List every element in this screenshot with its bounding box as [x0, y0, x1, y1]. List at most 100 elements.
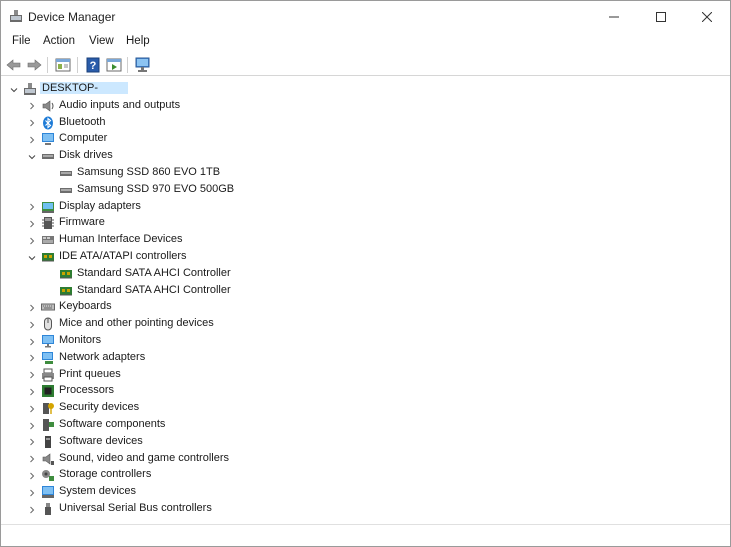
tree-category[interactable]: Audio inputs and outputs [3, 98, 703, 115]
chevron-right-icon[interactable] [27, 131, 37, 148]
processor-icon [41, 384, 55, 398]
chevron-right-icon[interactable] [27, 232, 37, 249]
tree-category[interactable]: Sound, video and game controllers [3, 451, 703, 468]
chevron-right-icon[interactable] [27, 484, 37, 501]
desktop-computer-icon [23, 82, 37, 96]
tree-root-desktop[interactable]: DESKTOP- [3, 81, 703, 98]
tree-device[interactable]: Samsung SSD 970 EVO 500GB [3, 182, 703, 199]
keyboard-icon [41, 300, 55, 314]
menu-bar: File Action View Help [1, 34, 730, 52]
svg-text:?: ? [90, 60, 97, 72]
tree-category[interactable]: Human Interface Devices [3, 232, 703, 249]
storage-controller-icon [41, 468, 55, 482]
computer-icon [41, 132, 55, 146]
chevron-right-icon[interactable] [27, 316, 37, 333]
tree-category[interactable]: Mice and other pointing devices [3, 316, 703, 333]
chevron-right-icon[interactable] [27, 383, 37, 400]
chevron-right-icon[interactable] [27, 199, 37, 216]
chevron-right-icon[interactable] [27, 350, 37, 367]
tree-category[interactable]: Disk drives [3, 148, 703, 165]
maximize-icon [656, 11, 666, 22]
toolbar: ? [1, 54, 730, 76]
tree-device[interactable]: Samsung SSD 860 EVO 1TB [3, 165, 703, 182]
menu-view[interactable]: View [88, 34, 115, 48]
hid-icon [41, 233, 55, 247]
window-title: Device Manager [28, 10, 116, 24]
device-manager-window: Device Manager File Action View Help ? D… [0, 0, 731, 547]
forward-button[interactable] [25, 56, 43, 74]
close-button[interactable] [684, 1, 730, 32]
chevron-right-icon[interactable] [27, 299, 37, 316]
properties-button[interactable] [54, 56, 72, 74]
forward-icon [26, 58, 42, 72]
tree-category-label: Print queues [59, 367, 121, 380]
tree-category[interactable]: Network adapters [3, 350, 703, 367]
run-button[interactable] [105, 56, 123, 74]
tree-device[interactable]: Standard SATA AHCI Controller [3, 266, 703, 283]
chevron-right-icon[interactable] [27, 333, 37, 350]
chevron-right-icon[interactable] [27, 400, 37, 417]
disk-drive-icon [41, 149, 55, 163]
menu-action[interactable]: Action [42, 34, 76, 48]
tree-category[interactable]: Bluetooth [3, 115, 703, 132]
monitor-icon [41, 334, 55, 348]
chevron-right-icon[interactable] [27, 115, 37, 132]
tree-category[interactable]: System devices [3, 484, 703, 501]
mouse-icon [41, 317, 55, 331]
device-manager-app-icon [9, 9, 23, 23]
tree-category[interactable]: Software components [3, 417, 703, 434]
bluetooth-icon [41, 116, 55, 130]
chevron-right-icon[interactable] [27, 501, 37, 518]
tree-category-label: Audio inputs and outputs [59, 98, 181, 111]
tree-category[interactable]: Keyboards [3, 299, 703, 316]
tree-category-label: Display adapters [59, 199, 141, 212]
chevron-down-icon[interactable] [27, 148, 37, 165]
chevron-right-icon[interactable] [27, 467, 37, 484]
scan-hardware-button[interactable] [134, 56, 152, 74]
tree-category-label: Computer [59, 132, 108, 145]
tree-category[interactable]: Processors [3, 383, 703, 400]
display-adapter-icon [41, 200, 55, 214]
tree-category[interactable]: Universal Serial Bus controllers [3, 501, 703, 518]
ide-controller-icon [41, 250, 55, 264]
tree-category[interactable]: Software devices [3, 434, 703, 451]
properties-icon [55, 58, 71, 72]
tree-category[interactable]: IDE ATA/ATAPI controllers [3, 249, 703, 266]
firmware-icon [41, 216, 55, 230]
menu-file[interactable]: File [11, 34, 32, 48]
minimize-button[interactable] [591, 1, 637, 32]
tree-category[interactable]: Security devices [3, 400, 703, 417]
tree-category[interactable]: Storage controllers [3, 467, 703, 484]
tree-category-label: Sound, video and game controllers [59, 451, 229, 464]
tree-root-label: DESKTOP- [40, 82, 129, 94]
chevron-right-icon[interactable] [27, 434, 37, 451]
run-icon [106, 58, 122, 72]
chevron-right-icon[interactable] [27, 98, 37, 115]
chevron-right-icon[interactable] [27, 215, 37, 232]
chevron-down-icon[interactable] [27, 249, 37, 266]
close-icon [702, 11, 712, 22]
tree-category[interactable]: Print queues [3, 367, 703, 384]
minimize-icon [609, 12, 619, 22]
tree-category[interactable]: Display adapters [3, 199, 703, 216]
tree-category-label: Software components [59, 418, 166, 430]
chevron-right-icon[interactable] [27, 451, 37, 468]
tree-category-label: Processors [59, 384, 115, 397]
device-tree[interactable]: DESKTOP- Audio inputs and outputs Bluetoot… [3, 79, 728, 524]
back-button[interactable] [5, 56, 23, 74]
title-bar[interactable]: Device Manager [1, 1, 730, 32]
tree-category-label: Bluetooth [59, 115, 106, 128]
system-device-icon [41, 485, 55, 499]
tree-category[interactable]: Computer [3, 131, 703, 148]
tree-device-label: Samsung SSD 970 EVO 500GB [77, 182, 235, 195]
menu-help[interactable]: Help [125, 34, 151, 48]
chevron-right-icon[interactable] [27, 367, 37, 384]
tree-device[interactable]: Standard SATA AHCI Controller [3, 283, 703, 300]
tree-category[interactable]: Monitors [3, 333, 703, 350]
help-button[interactable]: ? [84, 56, 102, 74]
chevron-right-icon[interactable] [27, 417, 37, 434]
chevron-down-icon[interactable] [9, 81, 19, 98]
maximize-button[interactable] [638, 1, 684, 32]
tree-category[interactable]: Firmware [3, 215, 703, 232]
tree-category-label: Monitors [59, 334, 102, 346]
